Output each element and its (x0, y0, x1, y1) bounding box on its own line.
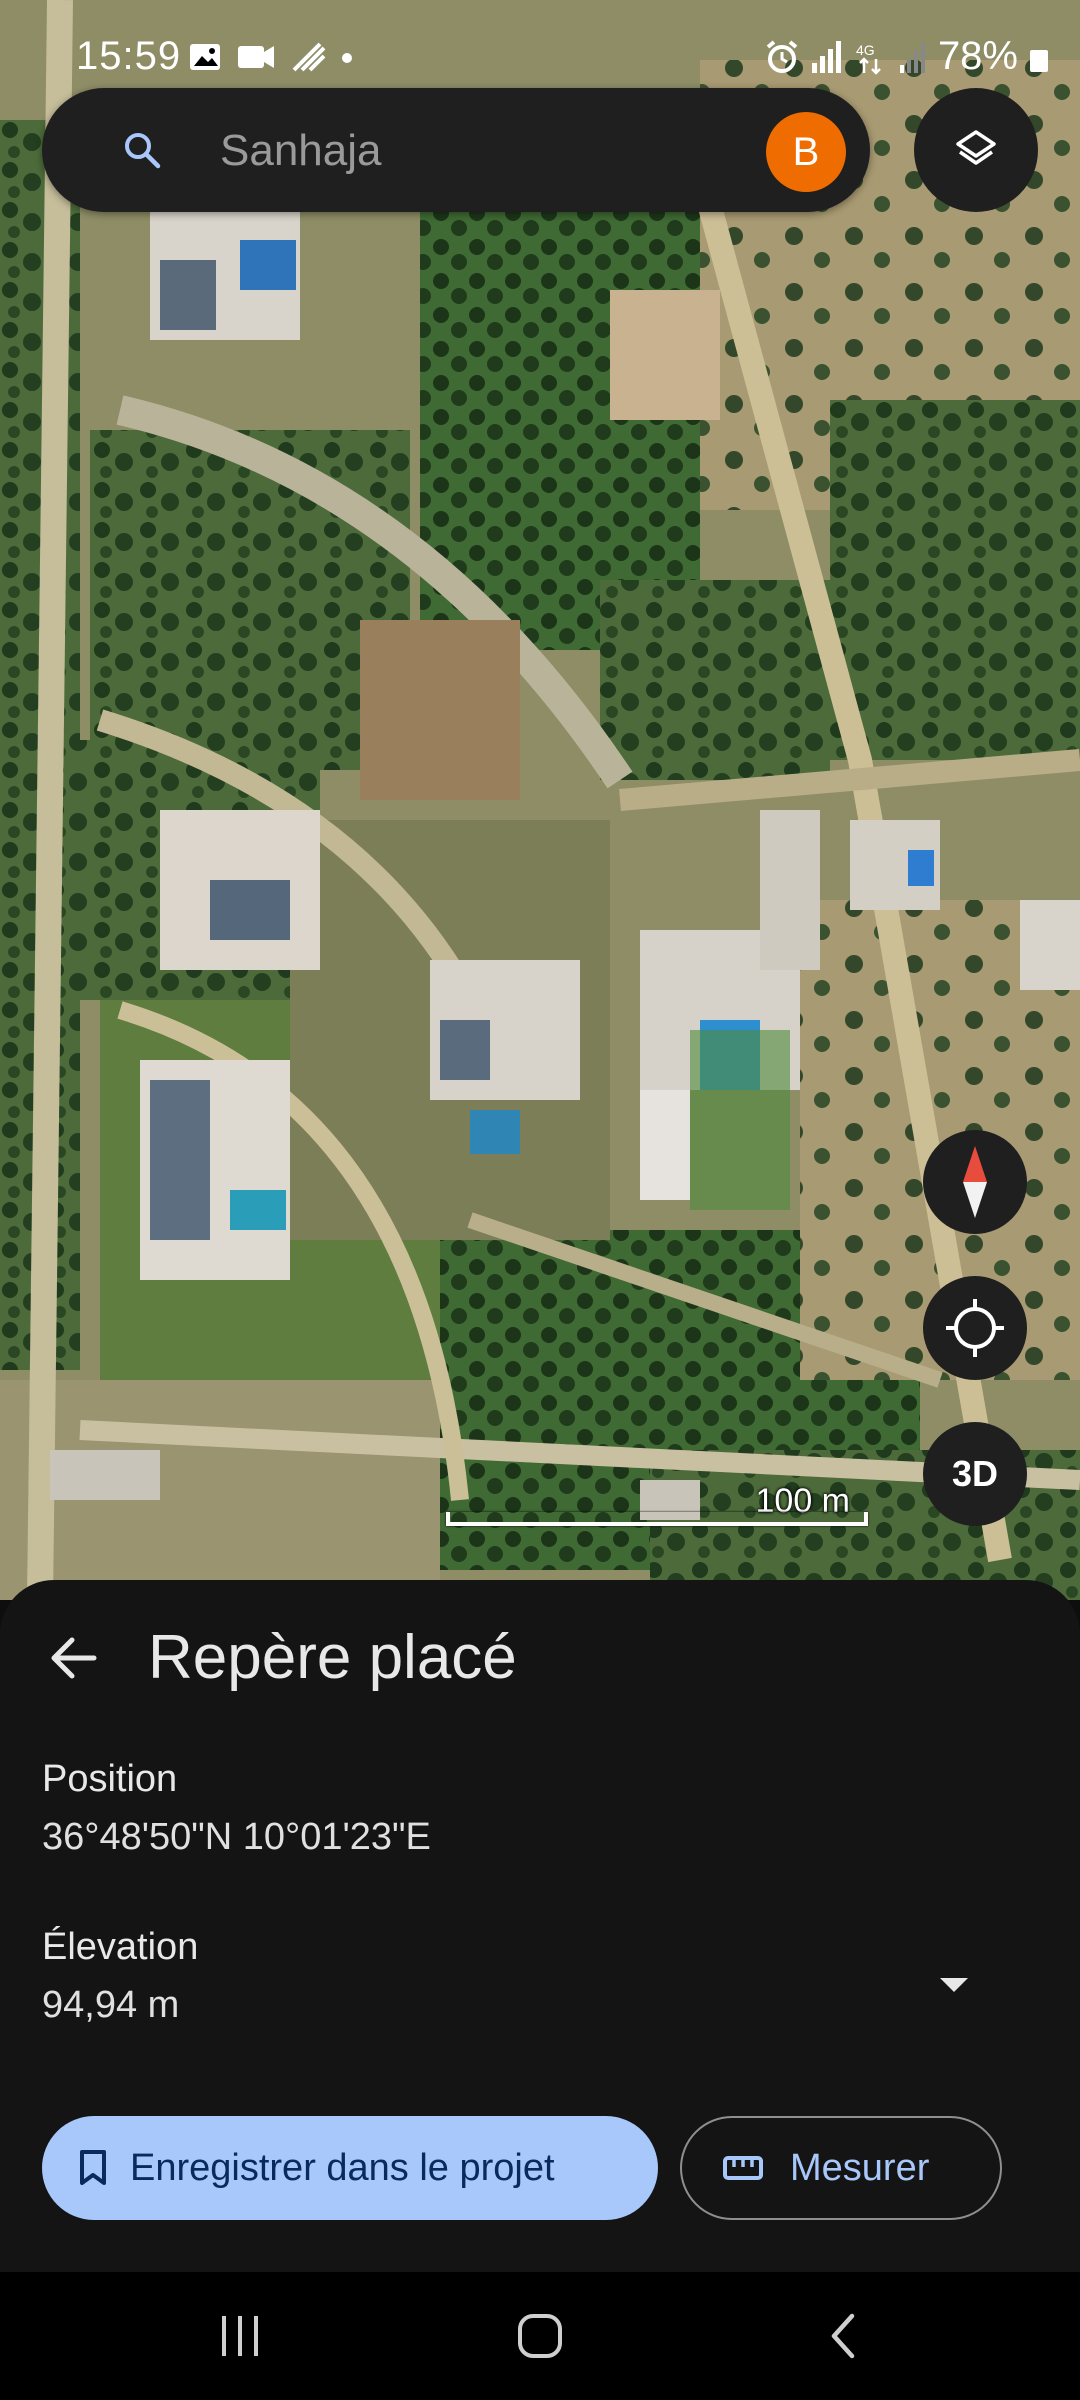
position-value: 36°48'50"N 10°01'23"E (42, 1816, 431, 1858)
home-icon[interactable] (514, 2308, 566, 2364)
back-nav-icon[interactable] (822, 2308, 862, 2364)
svg-text:4G: 4G (856, 42, 875, 58)
satellite-map[interactable] (0, 0, 1080, 1600)
save-to-project-label: Enregistrer dans le projet (130, 2146, 555, 2189)
signal-icon (811, 40, 841, 73)
measure-button[interactable]: Mesurer (680, 2116, 1002, 2220)
elevation-value: 94,94 m (42, 1984, 180, 2026)
signal-2-icon (899, 42, 925, 73)
my-location-button[interactable] (923, 1276, 1027, 1380)
elevation-label: Élevation (42, 1926, 199, 1968)
map-scale: 100 m (446, 1482, 868, 1526)
measure-label: Mesurer (790, 2146, 930, 2189)
account-avatar[interactable]: B (766, 112, 846, 192)
search-bar[interactable]: Sanhaja (42, 88, 870, 212)
alarm-icon (766, 39, 798, 73)
status-time: 15:59 (76, 34, 182, 78)
gallery-icon (190, 44, 220, 70)
position-label: Position (42, 1758, 178, 1800)
compass-icon (963, 1146, 987, 1218)
recent-apps-icon[interactable] (218, 2308, 262, 2364)
back-arrow-icon[interactable] (44, 1628, 104, 1688)
sheet-title: Repère placé (148, 1623, 517, 1692)
3d-toggle-button[interactable]: 3D (923, 1422, 1027, 1526)
placemark-sheet: Repère placé Position 36°48'50"N 10°01'2… (0, 1580, 1080, 2272)
search-icon[interactable] (122, 130, 162, 170)
system-icons: 4G 78% (764, 34, 1050, 79)
compass-button[interactable] (923, 1130, 1027, 1234)
map-imagery (0, 0, 1080, 1600)
4g-icon: 4G (856, 42, 881, 75)
battery-percent: 78% (937, 34, 1018, 78)
ruler-icon (723, 2156, 763, 2180)
dropdown-arrow-icon[interactable] (936, 1974, 972, 1996)
video-message-icon (238, 46, 274, 68)
3d-label: 3D (951, 1453, 999, 1494)
battery-icon (1030, 49, 1048, 72)
save-to-project-button[interactable]: Enregistrer dans le projet (42, 2116, 658, 2220)
search-text[interactable]: Sanhaja (220, 126, 381, 176)
wifi-calling-icon (292, 42, 326, 72)
bookmark-icon (80, 2150, 106, 2185)
layers-icon (956, 130, 996, 165)
system-navigation-bar (0, 2272, 1080, 2400)
notification-icons (188, 40, 354, 74)
scale-bar (446, 1512, 868, 1526)
layers-button[interactable] (914, 88, 1038, 212)
crosshair-icon (946, 1299, 1004, 1357)
dot-icon (342, 53, 352, 63)
